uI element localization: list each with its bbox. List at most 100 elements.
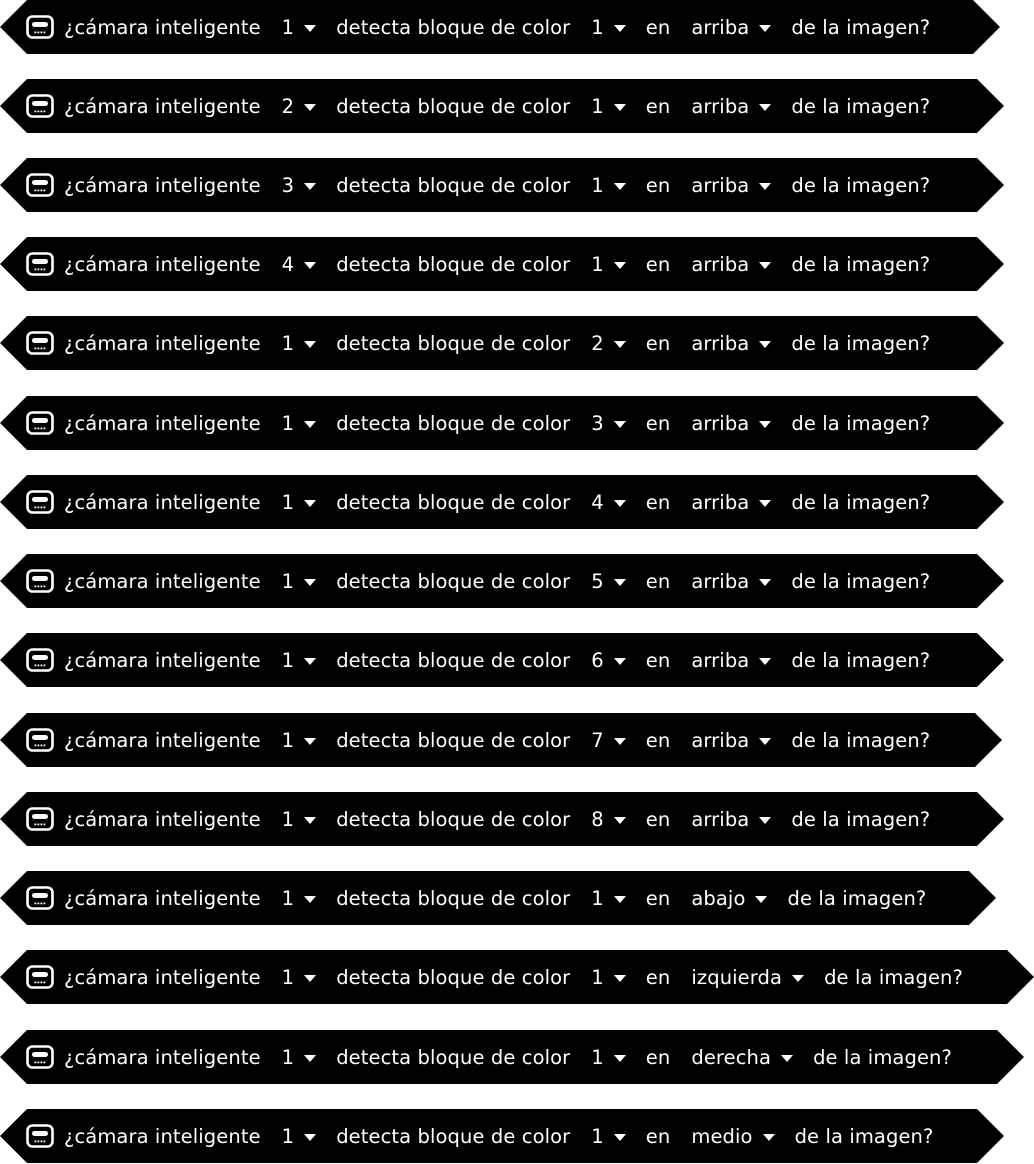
position-dropdown[interactable]: arriba — [691, 491, 771, 514]
block-suffix-label: de la imagen? — [794, 1124, 934, 1148]
position-dropdown[interactable]: izquierda — [691, 966, 804, 989]
block-prefix-label: ¿cámara inteligente — [64, 886, 261, 910]
color-number-dropdown[interactable]: 5 — [591, 570, 626, 593]
color-number-dropdown[interactable]: 4 — [591, 491, 626, 514]
caret-down-icon — [755, 896, 767, 903]
position-dropdown[interactable]: abajo — [691, 887, 767, 910]
smart-camera-icon — [26, 965, 54, 989]
camera-number-value: 1 — [281, 569, 295, 593]
color-number-value: 3 — [591, 411, 604, 435]
caret-down-icon — [614, 341, 626, 348]
smart-camera-color-block[interactable]: ¿cámara inteligente 1 detecta bloque de co… — [0, 316, 1004, 370]
camera-number-dropdown[interactable]: 2 — [282, 95, 317, 118]
camera-number-dropdown[interactable]: 1 — [282, 412, 317, 435]
color-number-dropdown[interactable]: 1 — [591, 95, 626, 118]
smart-camera-color-block[interactable]: ¿cámara inteligente 1 detecta bloque de co… — [0, 396, 1004, 450]
block-middle-label: detecta bloque de color — [336, 1124, 571, 1148]
camera-number-dropdown[interactable]: 1 — [282, 729, 317, 752]
block-connector-label: en — [645, 173, 671, 197]
caret-down-icon — [614, 896, 626, 903]
smart-camera-color-block[interactable]: ¿cámara inteligente 1 detecta bloque de co… — [0, 475, 1004, 529]
color-number-dropdown[interactable]: 7 — [591, 729, 626, 752]
smart-camera-color-block[interactable]: ¿cámara inteligente 3 detecta bloque de co… — [0, 158, 1004, 212]
smart-camera-color-block[interactable]: ¿cámara inteligente 1 detecta bloque de co… — [0, 792, 1004, 846]
block-prefix-label: ¿cámara inteligente — [64, 648, 261, 672]
block-suffix-label: de la imagen? — [791, 728, 931, 752]
smart-camera-color-block[interactable]: ¿cámara inteligente 1 detecta bloque de co… — [0, 554, 1004, 608]
camera-number-dropdown[interactable]: 1 — [282, 491, 317, 514]
block-prefix-label: ¿cámara inteligente — [64, 173, 261, 197]
caret-down-icon — [759, 817, 771, 824]
camera-number-value: 1 — [281, 1124, 295, 1148]
smart-camera-color-block[interactable]: ¿cámara inteligente 1 detecta bloque de co… — [0, 1030, 1024, 1084]
camera-number-dropdown[interactable]: 1 — [282, 649, 317, 672]
camera-number-value: 2 — [281, 94, 295, 118]
camera-number-dropdown[interactable]: 1 — [282, 1046, 317, 1069]
color-number-dropdown[interactable]: 1 — [591, 16, 626, 39]
block-connector-label: en — [645, 728, 671, 752]
smart-camera-color-block[interactable]: ¿cámara inteligente 1 detecta bloque de co… — [0, 633, 1004, 687]
color-number-dropdown[interactable]: 1 — [591, 253, 626, 276]
position-dropdown[interactable]: arriba — [691, 332, 771, 355]
smart-camera-color-block[interactable]: ¿cámara inteligente 1 detecta bloque de co… — [0, 871, 996, 925]
camera-number-dropdown[interactable]: 4 — [282, 253, 317, 276]
block-suffix-label: de la imagen? — [791, 331, 931, 355]
camera-number-dropdown[interactable]: 1 — [282, 1125, 317, 1148]
camera-number-dropdown[interactable]: 1 — [282, 570, 317, 593]
block-middle-label: detecta bloque de color — [336, 331, 571, 355]
smart-camera-color-block[interactable]: ¿cámara inteligente 1 detecta bloque de co… — [0, 950, 1034, 1004]
caret-down-icon — [304, 1134, 316, 1141]
color-number-dropdown[interactable]: 1 — [591, 1125, 626, 1148]
camera-number-dropdown[interactable]: 1 — [282, 966, 317, 989]
smart-camera-color-block[interactable]: ¿cámara inteligente 1 detecta bloque de co… — [0, 1109, 1004, 1163]
caret-down-icon — [792, 975, 804, 982]
position-dropdown[interactable]: arriba — [691, 95, 771, 118]
smart-camera-icon — [26, 331, 54, 355]
block-prefix-label: ¿cámara inteligente — [64, 94, 261, 118]
block-suffix-label: de la imagen? — [791, 15, 931, 39]
color-number-dropdown[interactable]: 1 — [591, 174, 626, 197]
position-value: arriba — [691, 252, 750, 276]
camera-number-dropdown[interactable]: 3 — [282, 174, 317, 197]
position-dropdown[interactable]: arriba — [691, 649, 771, 672]
camera-number-dropdown[interactable]: 1 — [282, 887, 317, 910]
position-dropdown[interactable]: medio — [691, 1125, 774, 1148]
color-number-value: 1 — [591, 252, 604, 276]
smart-camera-color-block[interactable]: ¿cámara inteligente 1 detecta bloque de co… — [0, 713, 1002, 767]
camera-number-dropdown[interactable]: 1 — [282, 808, 317, 831]
color-number-dropdown[interactable]: 1 — [591, 966, 626, 989]
caret-down-icon — [759, 341, 771, 348]
block-connector-label: en — [645, 94, 671, 118]
smart-camera-color-block[interactable]: ¿cámara inteligente 1 detecta bloque de co… — [0, 0, 1000, 54]
color-number-dropdown[interactable]: 3 — [591, 412, 626, 435]
block-connector-label: en — [645, 1045, 671, 1069]
smart-camera-color-block[interactable]: ¿cámara inteligente 2 detecta bloque de co… — [0, 79, 1004, 133]
position-dropdown[interactable]: arriba — [691, 253, 771, 276]
color-number-value: 2 — [591, 331, 604, 355]
caret-down-icon — [304, 579, 316, 586]
color-number-dropdown[interactable]: 1 — [591, 887, 626, 910]
block-connector-label: en — [645, 490, 671, 514]
position-dropdown[interactable]: arriba — [691, 729, 771, 752]
caret-down-icon — [614, 1055, 626, 1062]
position-dropdown[interactable]: arriba — [691, 412, 771, 435]
position-dropdown[interactable]: arriba — [691, 174, 771, 197]
caret-down-icon — [304, 817, 316, 824]
position-dropdown[interactable]: arriba — [691, 570, 771, 593]
color-number-dropdown[interactable]: 1 — [591, 1046, 626, 1069]
position-dropdown[interactable]: arriba — [691, 808, 771, 831]
camera-number-dropdown[interactable]: 1 — [282, 16, 317, 39]
caret-down-icon — [304, 421, 316, 428]
block-middle-label: detecta bloque de color — [336, 569, 571, 593]
block-prefix-label: ¿cámara inteligente — [64, 1124, 261, 1148]
smart-camera-color-block[interactable]: ¿cámara inteligente 4 detecta bloque de co… — [0, 237, 1004, 291]
position-dropdown[interactable]: arriba — [691, 16, 771, 39]
camera-number-value: 1 — [281, 728, 295, 752]
position-dropdown[interactable]: derecha — [691, 1046, 793, 1069]
camera-number-value: 1 — [281, 490, 295, 514]
color-number-dropdown[interactable]: 2 — [591, 332, 626, 355]
color-number-dropdown[interactable]: 8 — [591, 808, 626, 831]
caret-down-icon — [304, 896, 316, 903]
camera-number-dropdown[interactable]: 1 — [282, 332, 317, 355]
color-number-dropdown[interactable]: 6 — [591, 649, 626, 672]
